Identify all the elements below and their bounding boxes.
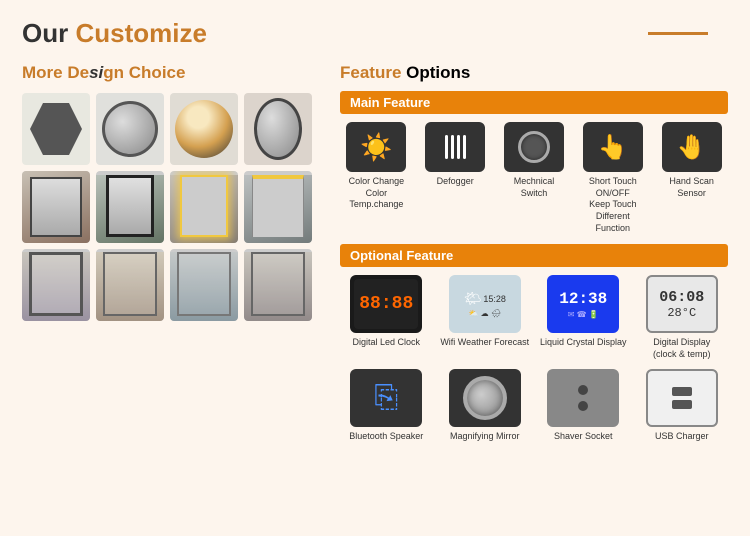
main-feature-bar: Main Feature: [340, 91, 728, 114]
led-clock-display: 88:88: [354, 279, 418, 329]
design-img-scene-2: [96, 249, 164, 321]
hand-scan-icon: 🤚: [677, 133, 707, 162]
usb-icon: [672, 387, 692, 409]
feature-title-rest: Options: [401, 63, 470, 82]
design-img-hex: [22, 93, 90, 165]
opt-usb: USB Charger: [636, 369, 729, 443]
left-panel: More Design Choice: [22, 63, 322, 451]
defogger-label: Defogger: [437, 176, 474, 188]
usb-label: USB Charger: [655, 431, 709, 443]
hand-scan-icon-box: 🤚: [662, 122, 722, 172]
hand-scan-label: Hand Scan Sensor: [659, 176, 724, 199]
header: Our Customize: [22, 18, 728, 49]
magnify-icon: [463, 376, 507, 420]
bluetooth-icon: ⎘: [374, 381, 398, 415]
digital-display-icon-box: 06:08 28°C: [646, 275, 718, 333]
led-clock-icon-box: 88:88: [350, 275, 422, 333]
weather-label: Wifi Weather Forecast: [440, 337, 529, 349]
defog-icon: [445, 135, 466, 159]
touch-label: Short Touch ON/OFFKeep Touch DifferentFu…: [580, 176, 645, 234]
lcd-icon-box: 12:38 ✉ ☎ 🔋: [547, 275, 619, 333]
optional-feature-bar: Optional Feature: [340, 244, 728, 267]
opt-digital-display: 06:08 28°C Digital Display(clock & temp): [636, 275, 729, 360]
shaver-icon-box: [547, 369, 619, 427]
lcd-icons: ✉ ☎ 🔋: [568, 310, 599, 319]
main-feature-grid: ☀️ Color ChangeColor Temp.change D: [340, 122, 728, 234]
right-panel: Feature Options Main Feature ☀️ Color Ch…: [340, 63, 728, 451]
magnify-label: Magnifying Mirror: [450, 431, 520, 443]
opt-weather: 🌤 15:28 ⛅ ☁ 🌧 Wifi Weather Forecast: [439, 275, 532, 360]
page-title: Our Customize: [22, 18, 207, 49]
magnify-icon-box: [449, 369, 521, 427]
feature-defogger: Defogger: [419, 122, 492, 234]
bluetooth-label: Bluetooth Speaker: [349, 431, 423, 443]
feature-title-orange: Feature: [340, 63, 401, 82]
design-img-scene-1: [22, 249, 90, 321]
lcd-label: Liquid Crystal Display: [540, 337, 627, 349]
feature-color-change: ☀️ Color ChangeColor Temp.change: [340, 122, 413, 234]
design-section-title: More Design Choice: [22, 63, 322, 83]
lcd-display: 12:38: [559, 290, 607, 308]
title-customize: Customize: [75, 18, 206, 48]
switch-icon: [518, 131, 550, 163]
digital-temp: 28°C: [667, 306, 696, 320]
feature-touch: 👆 Short Touch ON/OFFKeep Touch Different…: [576, 122, 649, 234]
optional-feature-grid-1: 88:88 Digital Led Clock 🌤 15:28 ⛅ ☁ 🌧 Wi…: [340, 275, 728, 360]
content-area: More Design Choice: [22, 63, 728, 451]
digital-display-label: Digital Display(clock & temp): [653, 337, 711, 360]
design-img-scene-4: [244, 249, 312, 321]
digital-time: 06:08: [659, 289, 704, 306]
touch-icon: 👆: [598, 133, 628, 162]
design-img-strip: [244, 171, 312, 243]
sun-weather-icon: 🌤: [464, 290, 482, 307]
shaver-icon: [578, 385, 588, 411]
sun-icon: ☀️: [360, 132, 392, 163]
weather-icon-box: 🌤 15:28 ⛅ ☁ 🌧: [449, 275, 521, 333]
opt-lcd: 12:38 ✉ ☎ 🔋 Liquid Crystal Display: [537, 275, 630, 360]
switch-icon-box: [504, 122, 564, 172]
bluetooth-icon-box: ⎘: [350, 369, 422, 427]
design-img-framed-2: [96, 171, 164, 243]
design-img-circle-glow: [170, 93, 238, 165]
switch-label: Mechnical Switch: [501, 176, 566, 199]
opt-magnify: Magnifying Mirror: [439, 369, 532, 443]
opt-bluetooth: ⎘ Bluetooth Speaker: [340, 369, 433, 443]
feature-switch: Mechnical Switch: [498, 122, 571, 234]
weather-bottom: ⛅ ☁ 🌧: [468, 309, 501, 318]
page: Our Customize More Design Choice: [0, 0, 750, 536]
optional-feature-grid-2: ⎘ Bluetooth Speaker Magnifying Mirror: [340, 369, 728, 443]
header-line: [648, 32, 708, 35]
shaver-label: Shaver Socket: [554, 431, 613, 443]
title-our: Our: [22, 18, 75, 48]
color-change-icon-box: ☀️: [346, 122, 406, 172]
design-img-circle: [96, 93, 164, 165]
design-img-oval: [244, 93, 312, 165]
weather-temp: 15:28: [483, 294, 506, 304]
opt-shaver: Shaver Socket: [537, 369, 630, 443]
design-img-framed-1: [22, 171, 90, 243]
weather-top: 🌤 15:28: [464, 290, 506, 307]
design-img-scene-3: [170, 249, 238, 321]
opt-led-clock: 88:88 Digital Led Clock: [340, 275, 433, 360]
touch-icon-box: 👆: [583, 122, 643, 172]
feature-hand-scan: 🤚 Hand Scan Sensor: [655, 122, 728, 234]
defogger-icon-box: [425, 122, 485, 172]
design-img-backlit: [170, 171, 238, 243]
color-change-label: Color ChangeColor Temp.change: [344, 176, 409, 211]
usb-icon-box: [646, 369, 718, 427]
feature-section-title: Feature Options: [340, 63, 728, 83]
led-clock-label: Digital Led Clock: [352, 337, 420, 349]
